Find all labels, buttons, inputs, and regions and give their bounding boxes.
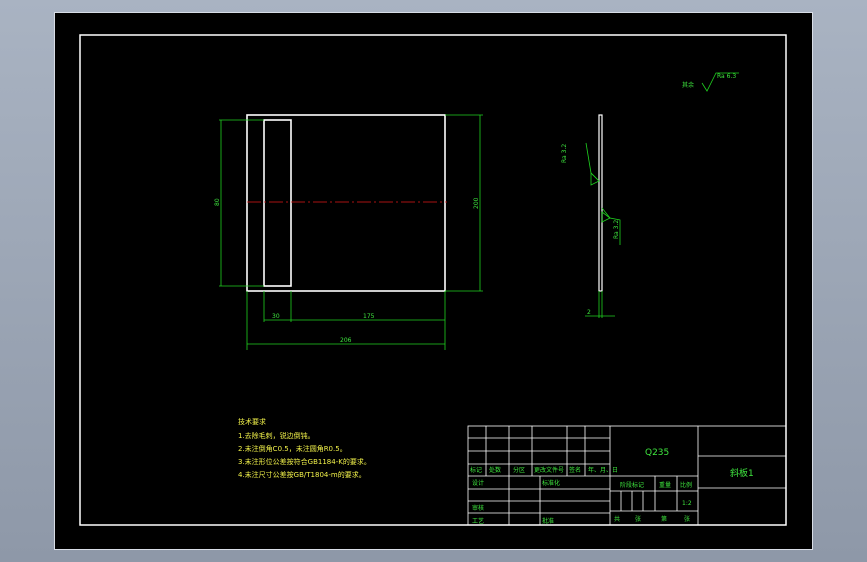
roughness-symbol-general: 其余 Ra 6.3 <box>682 72 739 92</box>
side-plate-outline <box>598 114 603 292</box>
lbl-approve: 批准 <box>542 517 554 525</box>
part-name: 斜板1 <box>730 467 754 479</box>
tech-line-3: 3.未注形位公差按符合GB1184-K的要求。 <box>238 457 371 466</box>
lbl-stage: 阶段标记 <box>620 481 644 489</box>
sheet-total: 共 <box>614 515 620 523</box>
tech-line-2: 2.未注倒角C0.5，未注圆角R0.5。 <box>238 444 347 453</box>
scale-value: 1:2 <box>682 500 692 507</box>
hdr-mark: 标记 <box>470 466 482 474</box>
plate-outline <box>246 114 446 292</box>
drawing-canvas: 其余 Ra 6.3 80 200 30 175 206 Ra 3.2 Ra 3.… <box>79 34 787 526</box>
lbl-review: 审核 <box>472 504 484 512</box>
hdr-change-doc: 更改文件号 <box>534 466 564 474</box>
side-view: Ra 3.2 Ra 3.2 2 <box>561 114 621 318</box>
hdr-sign: 签名 <box>569 466 581 474</box>
side-roughness-1: Ra 3.2 <box>561 144 568 163</box>
lbl-standardization: 标准化 <box>542 479 560 487</box>
tech-line-1: 1.去除毛刺，锐边倒钝。 <box>238 431 315 440</box>
drawing-border <box>79 34 787 526</box>
tech-line-4: 4.未注尺寸公差按GB/T1804-m的要求。 <box>238 470 366 479</box>
tech-title: 技术要求 <box>238 417 266 426</box>
roughness-value: Ra 6.3 <box>717 73 736 80</box>
front-view <box>246 114 447 292</box>
hdr-zone: 分区 <box>513 466 525 474</box>
tech-requirements: 技术要求 1.去除毛刺，锐边倒钝。 2.未注倒角C0.5，未注圆角R0.5。 3… <box>238 417 371 479</box>
dim-width-a: 30 <box>272 313 280 320</box>
lbl-process: 工艺 <box>472 517 484 525</box>
hdr-count: 处数 <box>489 466 501 474</box>
lbl-design: 设计 <box>472 479 484 487</box>
dim-width-total: 206 <box>340 337 352 344</box>
dim-height-right: 200 <box>473 197 480 209</box>
material: Q235 <box>645 448 669 458</box>
front-view-dimensions: 80 200 30 175 206 <box>214 114 483 350</box>
title-block: 标记 处数 分区 更改文件号 签名 年、月、日 设计 标准化 审核 工艺 批准 … <box>467 425 787 526</box>
side-roughness-2: Ra 3.2 <box>613 220 620 239</box>
dim-thickness: 2 <box>587 309 591 316</box>
roughness-label: 其余 <box>682 81 694 89</box>
dim-width-b: 175 <box>363 313 375 320</box>
sheet-unit-2: 张 <box>684 515 690 523</box>
sheet-unit-1: 张 <box>635 515 641 523</box>
slot-outline <box>263 119 292 287</box>
lbl-weight: 重量 <box>659 481 671 489</box>
hdr-date: 年、月、日 <box>588 466 618 474</box>
cad-viewport[interactable]: 其余 Ra 6.3 80 200 30 175 206 Ra 3.2 Ra 3.… <box>54 12 813 550</box>
dim-height-left: 80 <box>214 198 221 206</box>
sheet-index: 第 <box>661 515 667 523</box>
lbl-scale: 比例 <box>680 481 692 489</box>
